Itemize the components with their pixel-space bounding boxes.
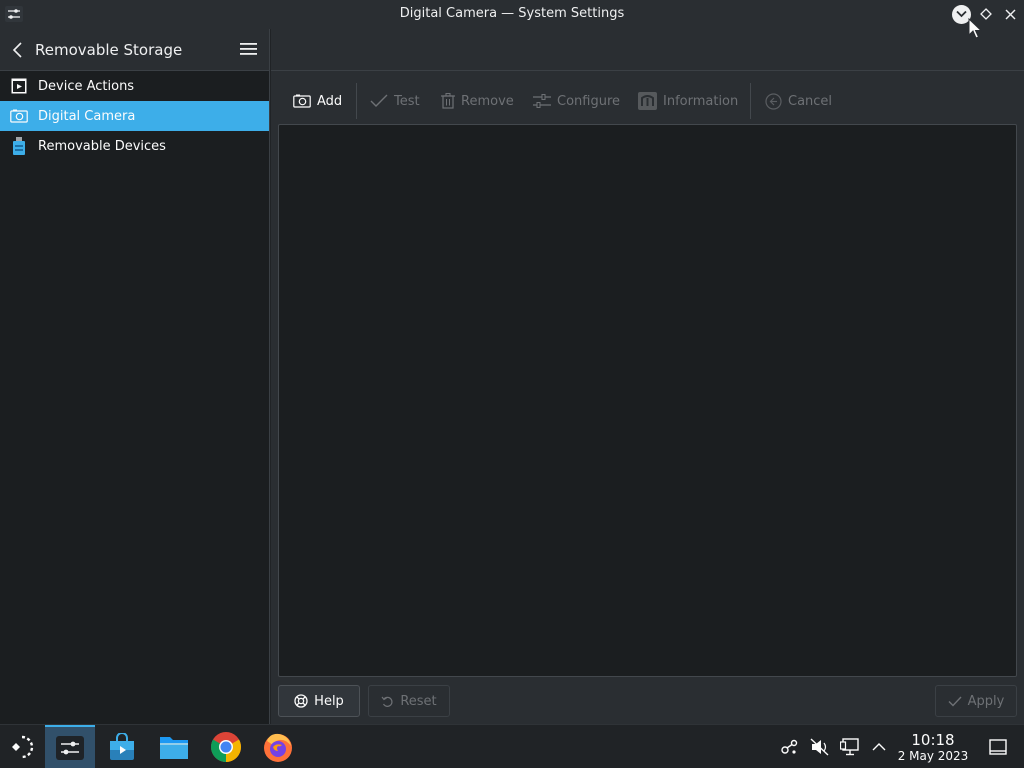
information-label: Information [663, 93, 739, 109]
configure-button[interactable]: Configure [533, 89, 620, 113]
camera-list-view[interactable] [278, 124, 1017, 677]
kde-connect-icon[interactable] [780, 737, 800, 757]
sliders-icon [533, 93, 551, 109]
help-button[interactable]: Help [278, 685, 360, 717]
trash-icon [441, 93, 455, 109]
sidebar-item-removable-devices[interactable]: Removable Devices [0, 131, 269, 161]
cancel-icon [765, 92, 782, 110]
digital-clock[interactable]: 10:18 2 May 2023 [896, 732, 970, 764]
test-label: Test [394, 93, 420, 109]
help-label: Help [314, 693, 344, 709]
toolbar: Add Test Remove Configure Information Ca… [271, 71, 1024, 126]
sidebar-item-label: Digital Camera [38, 108, 136, 124]
mouse-cursor-icon [968, 18, 982, 40]
chevron-down-icon [955, 10, 967, 18]
network-wired-icon[interactable] [840, 737, 860, 757]
chrome-icon [210, 732, 242, 762]
hamburger-menu-icon[interactable] [240, 42, 258, 56]
checkmark-icon [370, 94, 388, 108]
main-panel: Add Test Remove Configure Information Ca… [271, 29, 1024, 724]
taskbar-system-settings[interactable] [45, 725, 95, 768]
reset-button[interactable]: Reset [368, 685, 450, 717]
firefox-icon [264, 733, 292, 762]
checkmark-icon [948, 696, 962, 707]
sidebar-item-digital-camera[interactable]: Digital Camera [0, 101, 269, 131]
add-button[interactable]: Add [293, 89, 342, 113]
taskbar-chrome[interactable] [201, 725, 251, 768]
cancel-button[interactable]: Cancel [765, 89, 832, 113]
remove-label: Remove [461, 93, 514, 109]
camera-icon [10, 107, 28, 125]
launcher-icon [12, 735, 34, 759]
title-bar: Digital Camera — System Settings [0, 0, 1024, 29]
show-desktop-icon[interactable] [988, 737, 1008, 757]
taskbar: 10:18 2 May 2023 [0, 724, 1024, 768]
add-label: Add [317, 93, 343, 109]
sidebar-item-label: Device Actions [38, 78, 135, 94]
sidebar: Removable Storage Device Actions Digital… [0, 29, 270, 724]
clock-time: 10:18 [911, 731, 955, 749]
lifebuoy-icon [294, 694, 308, 708]
sidebar-item-device-actions[interactable]: Device Actions [0, 71, 269, 101]
main-header [271, 29, 1024, 71]
configure-label: Configure [557, 93, 621, 109]
taskbar-discover[interactable] [97, 725, 147, 768]
clock-date: 2 May 2023 [897, 749, 969, 763]
folder-icon [160, 737, 188, 759]
taskbar-file-manager[interactable] [149, 725, 199, 768]
application-launcher[interactable] [0, 725, 44, 768]
information-button[interactable]: Information [638, 89, 738, 113]
cancel-label: Cancel [788, 93, 833, 109]
back-icon[interactable] [12, 41, 24, 59]
close-icon [1005, 9, 1015, 19]
toolbar-separator [750, 83, 751, 119]
sidebar-heading: Removable Storage [35, 41, 183, 59]
apply-label: Apply [967, 693, 1005, 709]
chevron-up-icon[interactable] [869, 737, 889, 757]
taskbar-firefox[interactable] [253, 725, 303, 768]
sidebar-item-label: Removable Devices [38, 138, 166, 154]
window-title: Digital Camera — System Settings [399, 6, 625, 21]
information-icon [638, 92, 657, 110]
usb-drive-icon [10, 137, 28, 155]
undo-icon [381, 695, 394, 708]
test-button[interactable]: Test [370, 89, 420, 113]
remove-button[interactable]: Remove [441, 89, 514, 113]
reset-label: Reset [400, 693, 437, 709]
toolbar-separator [356, 83, 357, 119]
apply-button[interactable]: Apply [935, 685, 1017, 717]
device-actions-icon [10, 77, 28, 95]
volume-muted-icon[interactable] [810, 737, 830, 757]
close-button[interactable] [1000, 4, 1020, 24]
camera-icon [293, 94, 311, 108]
system-settings-icon [56, 736, 84, 760]
sidebar-header: Removable Storage [0, 29, 269, 71]
shopping-bag-icon [110, 733, 134, 760]
